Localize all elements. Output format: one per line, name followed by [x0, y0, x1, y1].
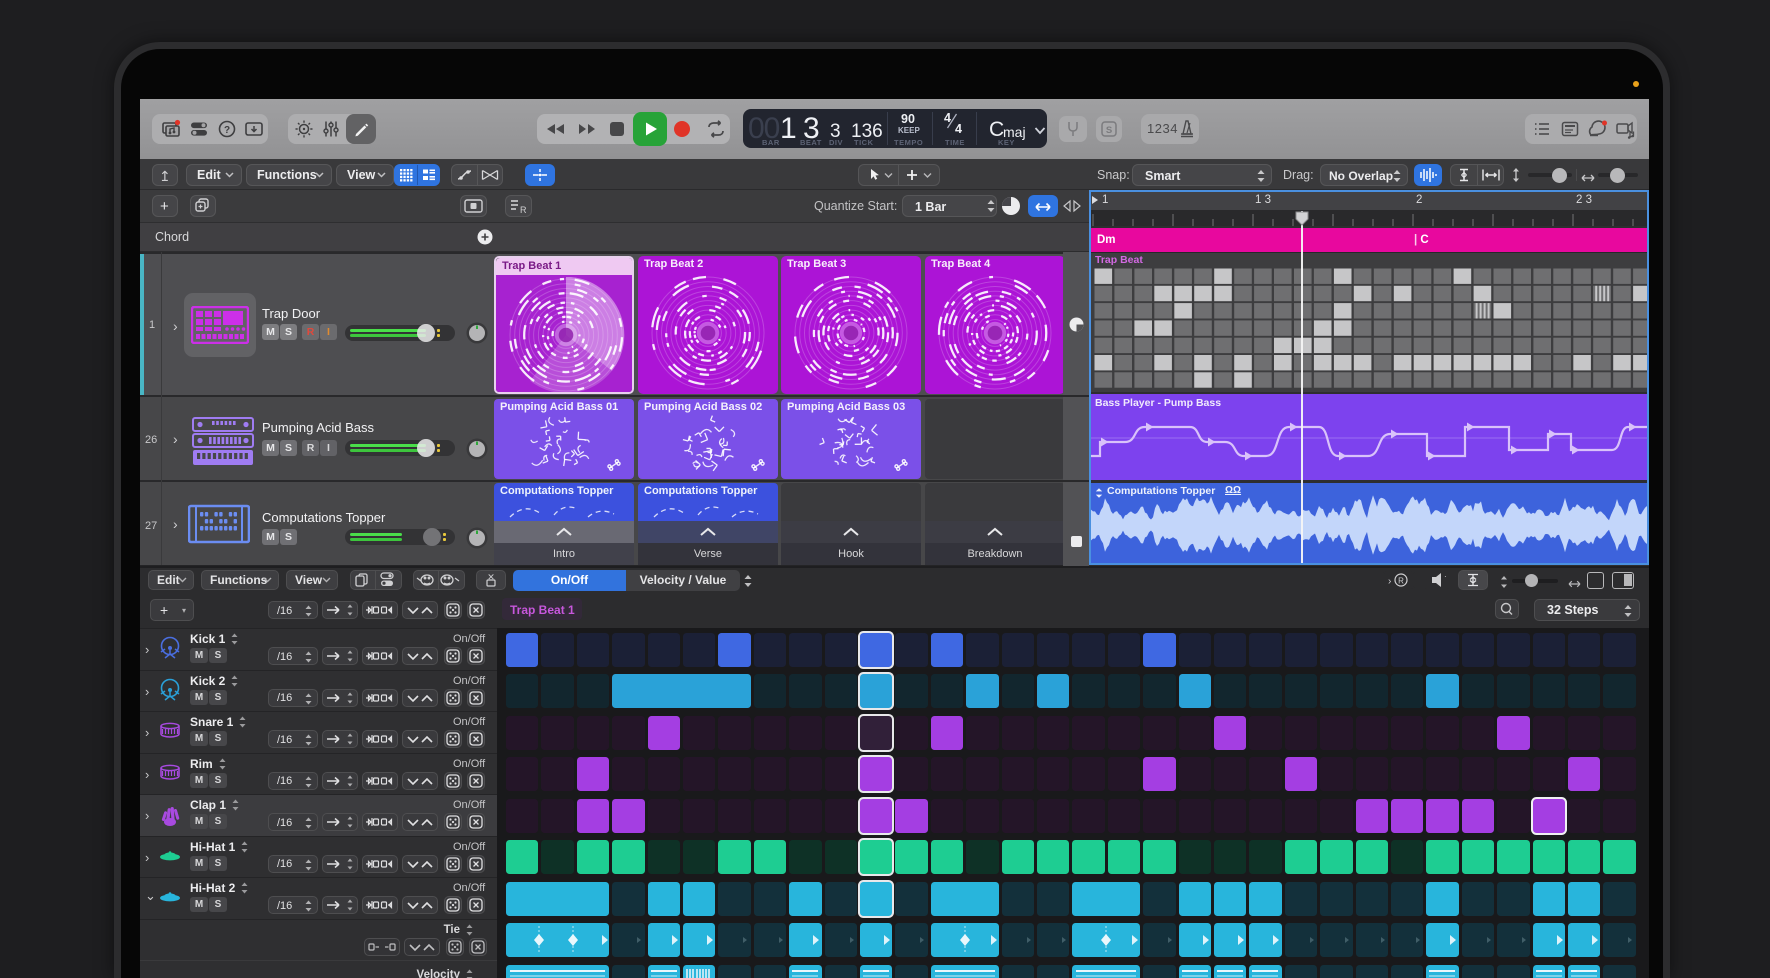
svg-text:›: ›: [1388, 576, 1391, 587]
svg-text:R: R: [520, 205, 527, 215]
svg-text:S: S: [1106, 125, 1112, 136]
svg-text:R: R: [1398, 577, 1404, 586]
svg-text:·: ·: [1444, 572, 1447, 581]
svg-text:?: ?: [224, 125, 230, 136]
